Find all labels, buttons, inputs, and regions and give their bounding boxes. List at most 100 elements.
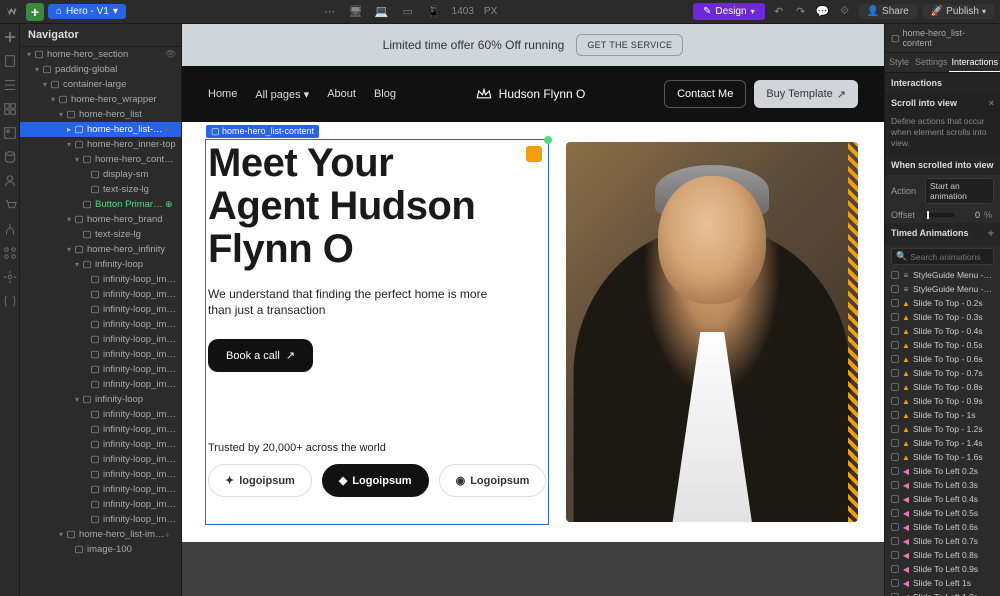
offset-slider[interactable] [925,213,954,217]
animation-checkbox[interactable] [891,565,899,573]
tree-action-icon[interactable]: ⊕ [165,199,177,210]
tree-row[interactable]: ▢infinity-loop_image [20,422,181,437]
animation-row[interactable]: ▲Slide To Top - 0.2s [885,296,1000,310]
tree-row[interactable]: ▾▢home-hero_list-image+ [20,527,181,542]
navigator-icon[interactable] [3,78,17,92]
animation-checkbox[interactable] [891,509,899,517]
timed-animations-header[interactable]: Timed Animations + [885,223,1000,245]
trusted-text[interactable]: Trusted by 20,000+ across the world [208,442,546,454]
comment-icon[interactable]: 💬 [815,4,831,20]
animation-row[interactable]: ◀Slide To Left 0.9s [885,562,1000,576]
animation-row[interactable]: ▲Slide To Top - 0.7s [885,366,1000,380]
search-animations[interactable]: 🔍 [891,248,994,265]
tree-row[interactable]: ▢infinity-loop_image [20,317,181,332]
tree-row[interactable]: ▾▢infinity-loop [20,392,181,407]
contact-button[interactable]: Contact Me [664,80,746,108]
laptop-icon[interactable]: 💻 [374,4,390,20]
tree-row[interactable]: ▢infinity-loop_image [20,512,181,527]
tree-row[interactable]: ▢infinity-loop_image [20,272,181,287]
nav-link[interactable]: Blog [374,88,396,101]
canvas[interactable]: Limited time offer 60% Off running GET T… [182,24,884,596]
tree-row[interactable]: ▢infinity-loop_image [20,467,181,482]
tree-arrow-icon[interactable]: ▾ [56,110,66,119]
logo-pill[interactable]: ✦logoipsum [208,464,312,497]
ellipsis-icon[interactable]: ⋯ [322,4,338,20]
search-input[interactable] [910,252,1000,262]
publish-button[interactable]: 🚀 Publish ▾ [923,4,994,19]
tree-arrow-icon[interactable]: ▾ [64,245,74,254]
tree-row[interactable]: ▾▢home-hero_infinity [20,242,181,257]
tree-row[interactable]: ▾▢infinity-loop [20,257,181,272]
animation-row[interactable]: ≡StyleGuide Menu - close [885,282,1000,296]
logo-pill[interactable]: ◆Logoipsum [322,464,429,497]
tree-row[interactable]: ▾▢home-hero_list [20,107,181,122]
cms-icon[interactable] [3,150,17,164]
animation-checkbox[interactable] [891,285,899,293]
apps-icon[interactable] [3,246,17,260]
tablet-icon[interactable]: ▭ [400,4,416,20]
hero-subtitle[interactable]: We understand that finding the perfect h… [208,286,488,320]
tree-arrow-icon[interactable]: ▾ [72,395,82,404]
logo-pill[interactable]: ◉Logoipsum [439,464,547,497]
tree-row[interactable]: ▢display-sm [20,167,181,182]
tree-row[interactable]: ▢infinity-loop_image [20,482,181,497]
animation-row[interactable]: ▲Slide To Top - 1.6s [885,450,1000,464]
animation-row[interactable]: ▲Slide To Top - 0.4s [885,324,1000,338]
animation-checkbox[interactable] [891,341,899,349]
panel-tab[interactable]: Style [885,53,913,72]
tree-row[interactable]: ▾▢padding-global [20,62,181,77]
tree-action-icon[interactable]: + [165,530,177,540]
animation-row[interactable]: ◀Slide To Left 0.8s [885,548,1000,562]
hero-title[interactable]: Meet Your Agent Hudson Flynn O [208,142,546,272]
tree-row[interactable]: ▢infinity-loop_image [20,287,181,302]
animation-row[interactable]: ◀Slide To Left 0.7s [885,534,1000,548]
tree-arrow-icon[interactable]: ▾ [72,260,82,269]
offset-value[interactable]: 0 [958,210,980,220]
settings-icon[interactable] [3,270,17,284]
animation-checkbox[interactable] [891,467,899,475]
mobile-icon[interactable]: 📱 [426,4,442,20]
animation-checkbox[interactable] [891,439,899,447]
close-icon[interactable]: × [989,98,994,108]
animation-row[interactable]: ▲Slide To Top - 0.3s [885,310,1000,324]
selection-label[interactable]: ▢ home-hero_list-content [206,125,319,138]
components-icon[interactable] [3,102,17,116]
tree-arrow-icon[interactable]: ▾ [48,95,58,104]
scroll-section-header[interactable]: Scroll into view × [885,93,1000,113]
animation-row[interactable]: ▲Slide To Top - 1.2s [885,422,1000,436]
tree-arrow-icon[interactable]: ▾ [72,155,82,164]
share-button[interactable]: 👤 Share [859,4,917,19]
tree-row[interactable]: ▢text-size-lg [20,182,181,197]
animation-checkbox[interactable] [891,383,899,391]
nav-link[interactable]: All pages ▾ [255,88,309,101]
animation-checkbox[interactable] [891,369,899,377]
animation-row[interactable]: ▲Slide To Top - 1s [885,408,1000,422]
animation-checkbox[interactable] [891,523,899,531]
animation-checkbox[interactable] [891,327,899,335]
tree-row[interactable]: ▢infinity-loop_image [20,347,181,362]
animation-checkbox[interactable] [891,495,899,503]
animation-checkbox[interactable] [891,579,899,587]
animation-row[interactable]: ▲Slide To Top - 0.6s [885,352,1000,366]
animation-checkbox[interactable] [891,355,899,363]
animation-checkbox[interactable] [891,313,899,321]
nav-link[interactable]: About [327,88,356,101]
tree-row[interactable]: ▢image-100 [20,542,181,557]
tree-row[interactable]: ▢infinity-loop_image [20,452,181,467]
page-dropdown[interactable]: ⌂ Hero - V1 ▾ [48,4,126,19]
add-icon[interactable] [3,30,17,44]
navigator-tree[interactable]: ▾▢home-hero_section👁▾▢padding-global▾▢co… [20,47,181,596]
animation-checkbox[interactable] [891,425,899,433]
tree-arrow-icon[interactable]: ▸ [64,125,74,134]
animation-row[interactable]: ▲Slide To Top - 0.9s [885,394,1000,408]
design-mode-button[interactable]: ✎ Design ▾ [693,3,765,20]
animation-row[interactable]: ◀Slide To Left 1.2s [885,590,1000,596]
tree-row[interactable]: ▢infinity-loop_image [20,302,181,317]
buy-template-button[interactable]: Buy Template ↗ [754,80,858,108]
tree-row[interactable]: ▢infinity-loop_image [20,362,181,377]
tree-arrow-icon[interactable]: ▾ [24,50,34,59]
hero-image[interactable] [566,142,858,522]
tree-row[interactable]: ▢infinity-loop_image [20,437,181,452]
nav-link[interactable]: Home [208,88,237,101]
brand[interactable]: Hudson Flynn O [396,87,664,101]
